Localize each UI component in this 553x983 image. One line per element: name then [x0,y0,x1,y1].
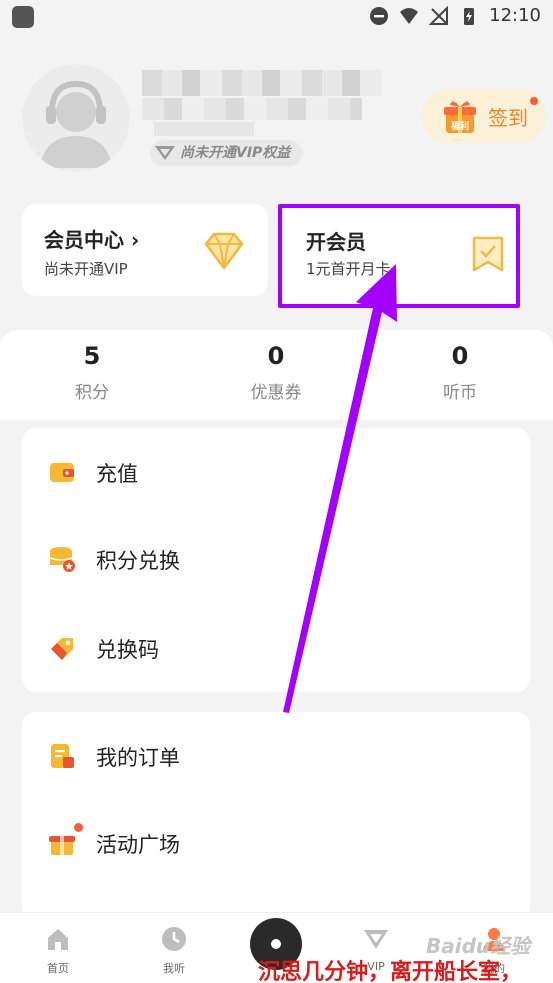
activity-red-dot [74,823,83,832]
status-bar: 12:10 [0,0,553,34]
member-center-subtitle: 尚未开通VIP [44,260,128,278]
welfare-badge-text: 福利 [450,120,469,132]
menu-item-label: 充值 [96,462,138,486]
profile-header: 尚未开通VIP权益 福利 签到 [0,34,553,194]
signin-red-dot [530,97,538,105]
caption-overlay: 沉思几分钟，离开船长室， [258,960,523,983]
wallet-menu-group: 充值 积分兑换 兑换码 [22,428,530,692]
diamond-icon [204,232,244,270]
activity-menu-group: 我的订单 活动广场 [22,712,530,922]
menu-item-label: 活动广场 [96,833,180,857]
menu-item-label: 兑换码 [96,638,159,662]
battery-icon [464,7,475,25]
clock-icon [162,927,186,951]
tab-listening[interactable]: 我听 [144,925,204,976]
tab-label: 首页 [47,962,69,975]
wallet-icon [50,463,74,482]
open-vip-subtitle: 1元首开月卡 [306,260,391,278]
menu-item-label: 积分兑换 [96,549,180,573]
tag-icon [51,638,73,660]
welfare-gift-icon: 福利 [444,101,476,133]
stat-points[interactable]: 5 积分 [32,342,152,403]
stat-label: 听币 [443,383,477,403]
avatar[interactable] [22,64,130,172]
home-icon [48,929,68,950]
member-center-title: 会员中心 › [44,228,140,252]
default-avatar-icon [22,64,130,172]
ticket-check-icon [472,236,504,272]
menu-item-points-exchange[interactable]: 积分兑换 [22,517,530,597]
stat-value: 0 [267,342,285,370]
stat-label: 优惠券 [250,383,302,403]
signin-button[interactable]: 福利 签到 [422,89,546,143]
order-icon [51,744,74,768]
menu-item-redeem-code[interactable]: 兑换码 [22,606,530,686]
tab-home[interactable]: 首页 [28,925,88,976]
menu-item-label: 我的订单 [96,746,180,770]
menu-item-my-orders[interactable]: 我的订单 [22,714,530,794]
open-vip-card[interactable]: 开会员 1元首开月卡 [278,204,520,308]
stat-coupons[interactable]: 0 优惠券 [216,342,336,403]
gift-box-icon [49,836,75,855]
wifi-icon [400,7,419,24]
vip-status-badge[interactable]: 尚未开通VIP权益 [150,140,303,166]
stat-value: 0 [451,342,469,370]
clock-time: 12:10 [489,5,541,26]
tab-label: 我听 [163,962,185,975]
menu-item-recharge[interactable]: 充值 [22,430,530,510]
do-not-disturb-icon [370,6,389,25]
no-signal-icon [429,5,449,25]
open-vip-title: 开会员 [306,230,366,254]
coins-icon [49,547,75,572]
vip-status-label: 尚未开通VIP权益 [180,145,291,161]
vip-v-icon [155,146,175,160]
signin-label: 签到 [488,106,528,130]
vip-icon [364,930,388,949]
stat-label: 积分 [75,383,109,403]
stat-value: 5 [83,342,101,370]
stat-coins[interactable]: 0 听币 [400,342,520,403]
member-center-card[interactable]: 会员中心 › 尚未开通VIP [22,204,268,296]
blurred-username [142,70,382,136]
app-notification-icon [12,6,34,28]
disc-center [271,939,281,949]
stats-panel: 5 积分 0 优惠券 0 听币 [0,330,553,420]
menu-item-activity-plaza[interactable]: 活动广场 [22,801,530,881]
